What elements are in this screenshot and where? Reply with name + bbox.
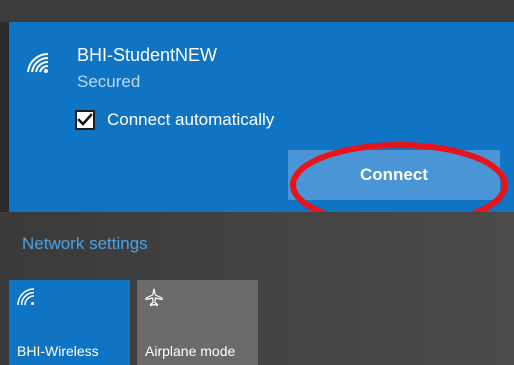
wifi-icon <box>17 288 35 306</box>
connect-automatically-checkbox[interactable] <box>75 110 95 130</box>
tile-airplane-mode[interactable]: Airplane mode <box>137 280 258 365</box>
wifi-secured-icon <box>27 52 49 73</box>
tile-wifi[interactable]: BHI-Wireless <box>9 280 130 365</box>
tile-wifi-label: BHI-Wireless <box>17 343 99 359</box>
connect-automatically-row[interactable]: Connect automatically <box>75 108 274 132</box>
top-strip <box>0 0 514 22</box>
network-status: Secured <box>77 72 141 91</box>
airplane-icon <box>145 288 163 306</box>
tile-airplane-mode-label: Airplane mode <box>145 343 236 359</box>
settings-area: Network settings BHI-Wireless Airplane m… <box>0 212 514 365</box>
connect-button[interactable]: Connect <box>288 150 500 200</box>
checkmark-icon <box>77 113 93 126</box>
network-settings-link[interactable]: Network settings <box>22 234 148 254</box>
connect-automatically-label: Connect automatically <box>107 110 275 129</box>
network-name: BHI-StudentNEW <box>77 45 218 65</box>
network-flyout: BHI-StudentNEW Secured Connect automatic… <box>0 0 514 365</box>
network-card[interactable]: BHI-StudentNEW Secured Connect automatic… <box>9 22 514 228</box>
